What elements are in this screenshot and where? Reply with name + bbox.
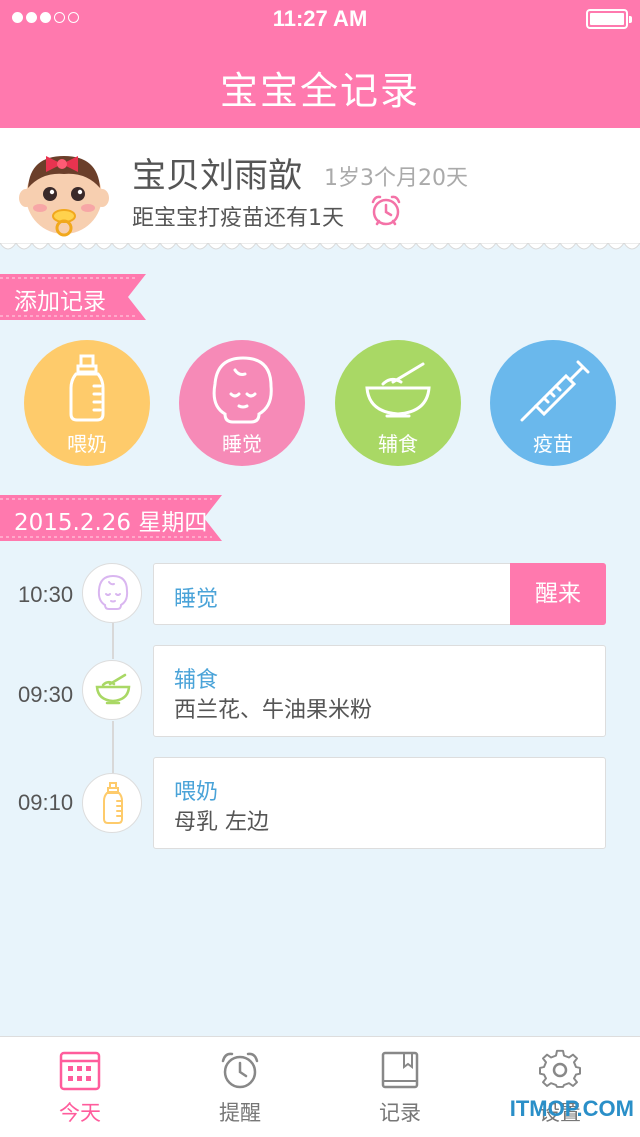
tab-records[interactable]: 记录	[320, 1037, 480, 1137]
alarm-clock-icon	[371, 195, 401, 226]
status-time: 11:27 AM	[272, 6, 368, 31]
vaccine-label: 疫苗	[533, 432, 573, 456]
feeding-entry-card[interactable]: 喂奶 母乳 左边	[153, 757, 606, 849]
add-solid-food-button[interactable]: 辅食	[335, 340, 461, 466]
add-record-label: 添加记录	[14, 289, 106, 315]
timeline-connector	[112, 721, 114, 773]
baby-name: 宝贝刘雨歆	[132, 156, 302, 196]
page-title: 宝宝全记录	[219, 69, 420, 113]
feeding-label: 喂奶	[67, 432, 107, 456]
tab-today-label: 今天	[59, 1101, 101, 1125]
entry-detail: 西兰花、牛油果米粉	[174, 698, 373, 723]
sleep-entry-card[interactable]: 睡觉 醒来	[153, 563, 606, 625]
entry-title: 睡觉	[174, 587, 219, 612]
solid-food-entry-card[interactable]: 辅食 西兰花、牛油果米粉	[153, 645, 606, 737]
add-record-section-label: 添加记录	[0, 274, 150, 320]
tab-settings[interactable]: 设置	[480, 1037, 640, 1137]
alarm-clock-icon	[221, 1052, 259, 1089]
baby-profile-card[interactable]: 宝贝刘雨歆 1岁3个月20天 距宝宝打疫苗还有1天	[0, 128, 640, 243]
entry-time: 09:30	[18, 682, 74, 707]
entry-time: 10:30	[18, 582, 74, 607]
feeding-entry-icon	[82, 773, 142, 833]
status-bar: 11:27 AM	[0, 0, 640, 40]
sleep-entry-icon	[82, 563, 142, 623]
add-sleep-button[interactable]: 睡觉	[179, 340, 305, 466]
book-icon	[381, 1051, 419, 1089]
tab-records-label: 记录	[379, 1101, 421, 1125]
battery-icon	[586, 9, 632, 29]
vaccine-reminder-text: 距宝宝打疫苗还有1天	[132, 206, 344, 231]
gear-icon	[539, 1049, 581, 1088]
tab-reminders[interactable]: 提醒	[160, 1037, 320, 1137]
sleep-label: 睡觉	[222, 432, 262, 456]
watermark: ITMOP.COM	[509, 1096, 634, 1121]
entry-time: 09:10	[18, 790, 74, 815]
wake-up-button[interactable]: 醒来	[510, 563, 606, 625]
bowl-icon	[95, 673, 131, 705]
baby-avatar	[19, 156, 109, 237]
bottle-icon	[103, 782, 123, 824]
entry-detail: 母乳 左边	[174, 810, 269, 835]
solid-food-label: 辅食	[378, 432, 418, 456]
entry-title: 辅食	[174, 668, 219, 693]
calendar-icon	[59, 1051, 101, 1091]
add-vaccine-button[interactable]: 疫苗	[490, 340, 616, 466]
sleeping-baby-icon	[97, 574, 129, 610]
baby-age: 1岁3个月20天	[324, 166, 468, 191]
solid-food-entry-icon	[82, 660, 142, 720]
timeline-date: 2015.2.26 星期四	[14, 510, 208, 536]
add-feeding-button[interactable]: 喂奶	[24, 340, 150, 466]
profile-card-scallop-edge	[0, 243, 640, 250]
entry-title: 喂奶	[174, 780, 219, 805]
timeline-connector	[112, 623, 114, 659]
tab-reminders-label: 提醒	[219, 1101, 261, 1125]
tab-today[interactable]: 今天	[0, 1037, 160, 1137]
nav-bar: 宝宝全记录	[0, 40, 640, 128]
timeline-date-label: 2015.2.26 星期四	[0, 495, 226, 541]
